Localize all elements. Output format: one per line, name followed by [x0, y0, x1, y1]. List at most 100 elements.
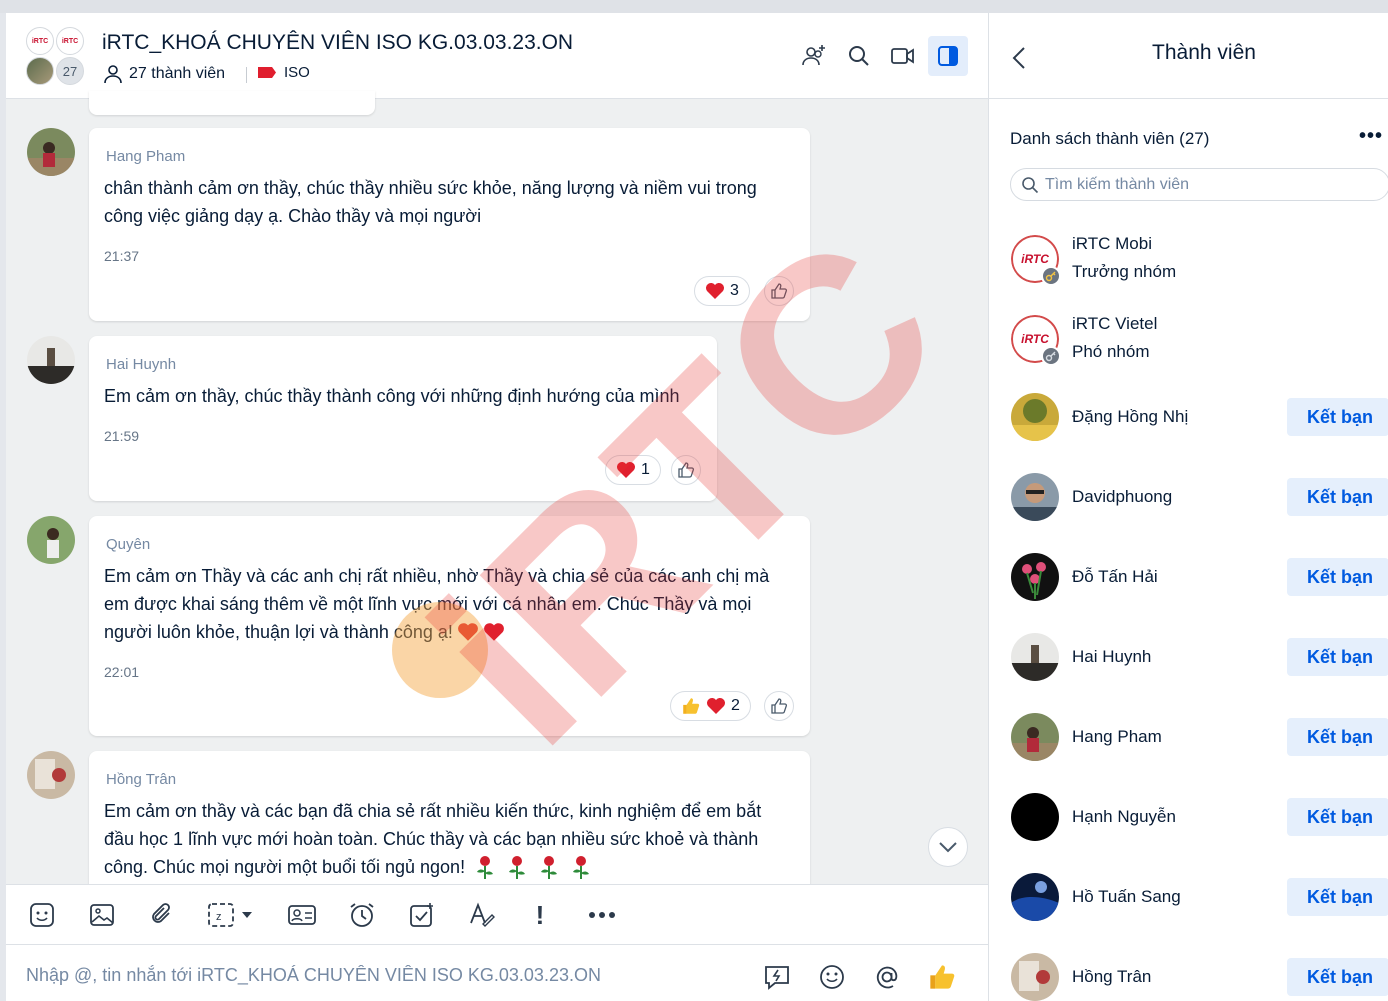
scroll-to-bottom-button[interactable]	[928, 827, 968, 867]
message-line: người luôn khỏe, thuận lợi và thành công…	[104, 622, 453, 642]
screenshot-button[interactable]: z	[204, 899, 260, 931]
member-name: Đỗ Tấn Hải	[1072, 567, 1158, 586]
svg-text:z: z	[216, 911, 222, 923]
attach-file-button[interactable]	[146, 899, 178, 931]
react-button[interactable]	[764, 691, 794, 721]
thumbs-up-icon	[771, 283, 788, 299]
chat-tag[interactable]: ISO	[258, 64, 310, 81]
contact-card-icon	[288, 905, 316, 925]
add-friend-button[interactable]: Kết bạn	[1287, 558, 1388, 596]
add-friend-button[interactable]: Kết bạn	[1287, 638, 1388, 676]
send-like-button[interactable]	[926, 961, 958, 993]
message-text: Em cảm ơn thầy và các bạn đã chia sẻ rất…	[104, 797, 761, 881]
avatar-count-text: 27	[62, 63, 78, 79]
add-friend-button[interactable]: Kết bạn	[1287, 478, 1388, 516]
exclamation-icon: !	[535, 899, 545, 930]
avatar	[1011, 633, 1059, 681]
more-horizontal-icon: •••	[1359, 125, 1384, 147]
image-button[interactable]	[86, 899, 118, 931]
task-checkbox-icon	[410, 903, 433, 927]
avatar	[1011, 473, 1059, 521]
add-group-member-icon	[802, 45, 825, 66]
group-avatar-logo: iRTC	[56, 27, 84, 55]
thumbs-up-icon	[678, 462, 695, 478]
avatar[interactable]	[27, 516, 75, 564]
more-options-button[interactable]	[586, 899, 618, 931]
member-row[interactable]: Đặng Hồng Nhị Kết bạn	[989, 382, 1388, 452]
react-button[interactable]	[671, 455, 701, 485]
group-avatar[interactable]: iRTC iRTC 27	[26, 27, 86, 87]
message-line: em được khai sáng thêm về một lĩnh vực m…	[104, 594, 752, 614]
avatar[interactable]	[27, 336, 75, 384]
member-row[interactable]: iRTC iRTC Vietel Phó nhóm	[989, 304, 1388, 374]
heart-icon	[617, 462, 635, 478]
important-button[interactable]: !	[524, 899, 556, 931]
contact-card-button[interactable]	[286, 899, 318, 931]
message-sender: Hai Huynh	[106, 356, 177, 373]
add-member-button[interactable]	[799, 41, 829, 71]
member-list-more-button[interactable]: •••	[1359, 125, 1383, 148]
reaction-summary[interactable]: 2	[670, 691, 751, 721]
more-horizontal-icon	[589, 912, 615, 918]
add-friend-button[interactable]: Kết bạn	[1287, 798, 1388, 836]
member-row[interactable]: Davidphuong Kết bạn	[989, 462, 1388, 532]
member-row[interactable]: Hai Huynh Kết bạn	[989, 622, 1388, 692]
member-search-input[interactable]	[1045, 175, 1365, 194]
member-name: iRTC Vietel	[1072, 314, 1158, 333]
video-call-button[interactable]	[888, 41, 918, 71]
reminder-button[interactable]	[346, 899, 378, 931]
emoji-button[interactable]	[816, 961, 848, 993]
quick-message-button[interactable]	[761, 961, 793, 993]
member-row[interactable]: Hang Pham Kết bạn	[989, 702, 1388, 772]
screenshot-icon: z	[208, 903, 252, 927]
member-count-label: 27 thành viên	[129, 65, 226, 82]
chat-header: iRTC iRTC 27 iRTC_KHOÁ CHUYÊN VIÊN ISO K…	[6, 13, 988, 99]
message-text: Em cảm ơn Thầy và các anh chị rất nhiều,…	[104, 562, 769, 646]
message-line-with-emoji: người luôn khỏe, thuận lợi và thành công…	[104, 618, 769, 646]
message-input[interactable]	[26, 965, 726, 986]
member-count[interactable]: 27 thành viên	[103, 64, 225, 84]
member-row[interactable]: Hồng Trân Kết bạn	[989, 942, 1388, 1001]
video-camera-icon	[891, 48, 914, 64]
task-button[interactable]	[406, 899, 438, 931]
reaction-summary[interactable]: 1	[605, 455, 661, 485]
message-time: 22:01	[104, 664, 140, 680]
add-friend-button[interactable]: Kết bạn	[1287, 878, 1388, 916]
reaction-summary[interactable]: 3	[694, 276, 750, 306]
header-divider	[246, 67, 247, 83]
toggle-panel-button[interactable]	[928, 36, 968, 76]
add-friend-button[interactable]: Kết bạn	[1287, 398, 1388, 436]
search-icon	[849, 46, 869, 66]
reaction-count: 1	[641, 461, 650, 478]
logo-text: iRTC	[61, 37, 79, 45]
avatar	[1011, 953, 1059, 1001]
member-name: iRTC Mobi	[1072, 234, 1152, 253]
search-button[interactable]	[844, 41, 874, 71]
member-list-title: Danh sách thành viên (27)	[1010, 129, 1210, 148]
react-button[interactable]	[764, 276, 794, 306]
avatar	[1011, 713, 1059, 761]
mention-button[interactable]	[871, 961, 903, 993]
sticker-button[interactable]	[26, 899, 58, 931]
member-row[interactable]: iRTC iRTC Mobi Trưởng nhóm	[989, 224, 1388, 294]
rose-icon	[477, 856, 494, 879]
message-line: Em cảm ơn thầy và các bạn đã chia sẻ rất…	[104, 801, 762, 821]
member-row[interactable]: Hạnh Nguyễn Kết bạn	[989, 782, 1388, 852]
avatar[interactable]	[27, 128, 75, 176]
composer-toolbar: z !	[6, 884, 988, 944]
format-text-button[interactable]	[466, 899, 498, 931]
message-bubble: Hai Huynh Em cảm ơn thầy, chúc thầy thàn…	[89, 336, 717, 501]
alarm-clock-icon	[350, 903, 374, 927]
add-friend-button[interactable]: Kết bạn	[1287, 718, 1388, 756]
message-line: Em cảm ơn thầy, chúc thầy thành công với…	[104, 386, 680, 406]
thumbs-up-emoji-icon	[683, 698, 700, 714]
chat-area: iRTC iRTC 27 iRTC_KHOÁ CHUYÊN VIÊN ISO K…	[6, 13, 988, 1001]
at-sign-icon	[876, 966, 898, 989]
message-text: Em cảm ơn thầy, chúc thầy thành công với…	[104, 382, 680, 410]
avatar[interactable]	[27, 751, 75, 799]
add-friend-button[interactable]: Kết bạn	[1287, 958, 1388, 996]
member-row[interactable]: Đỗ Tấn Hải Kết bạn	[989, 542, 1388, 612]
previous-message-bubble	[89, 91, 375, 115]
group-avatar-count: 27	[56, 57, 84, 85]
member-row[interactable]: Hồ Tuấn Sang Kết bạn	[989, 862, 1388, 932]
